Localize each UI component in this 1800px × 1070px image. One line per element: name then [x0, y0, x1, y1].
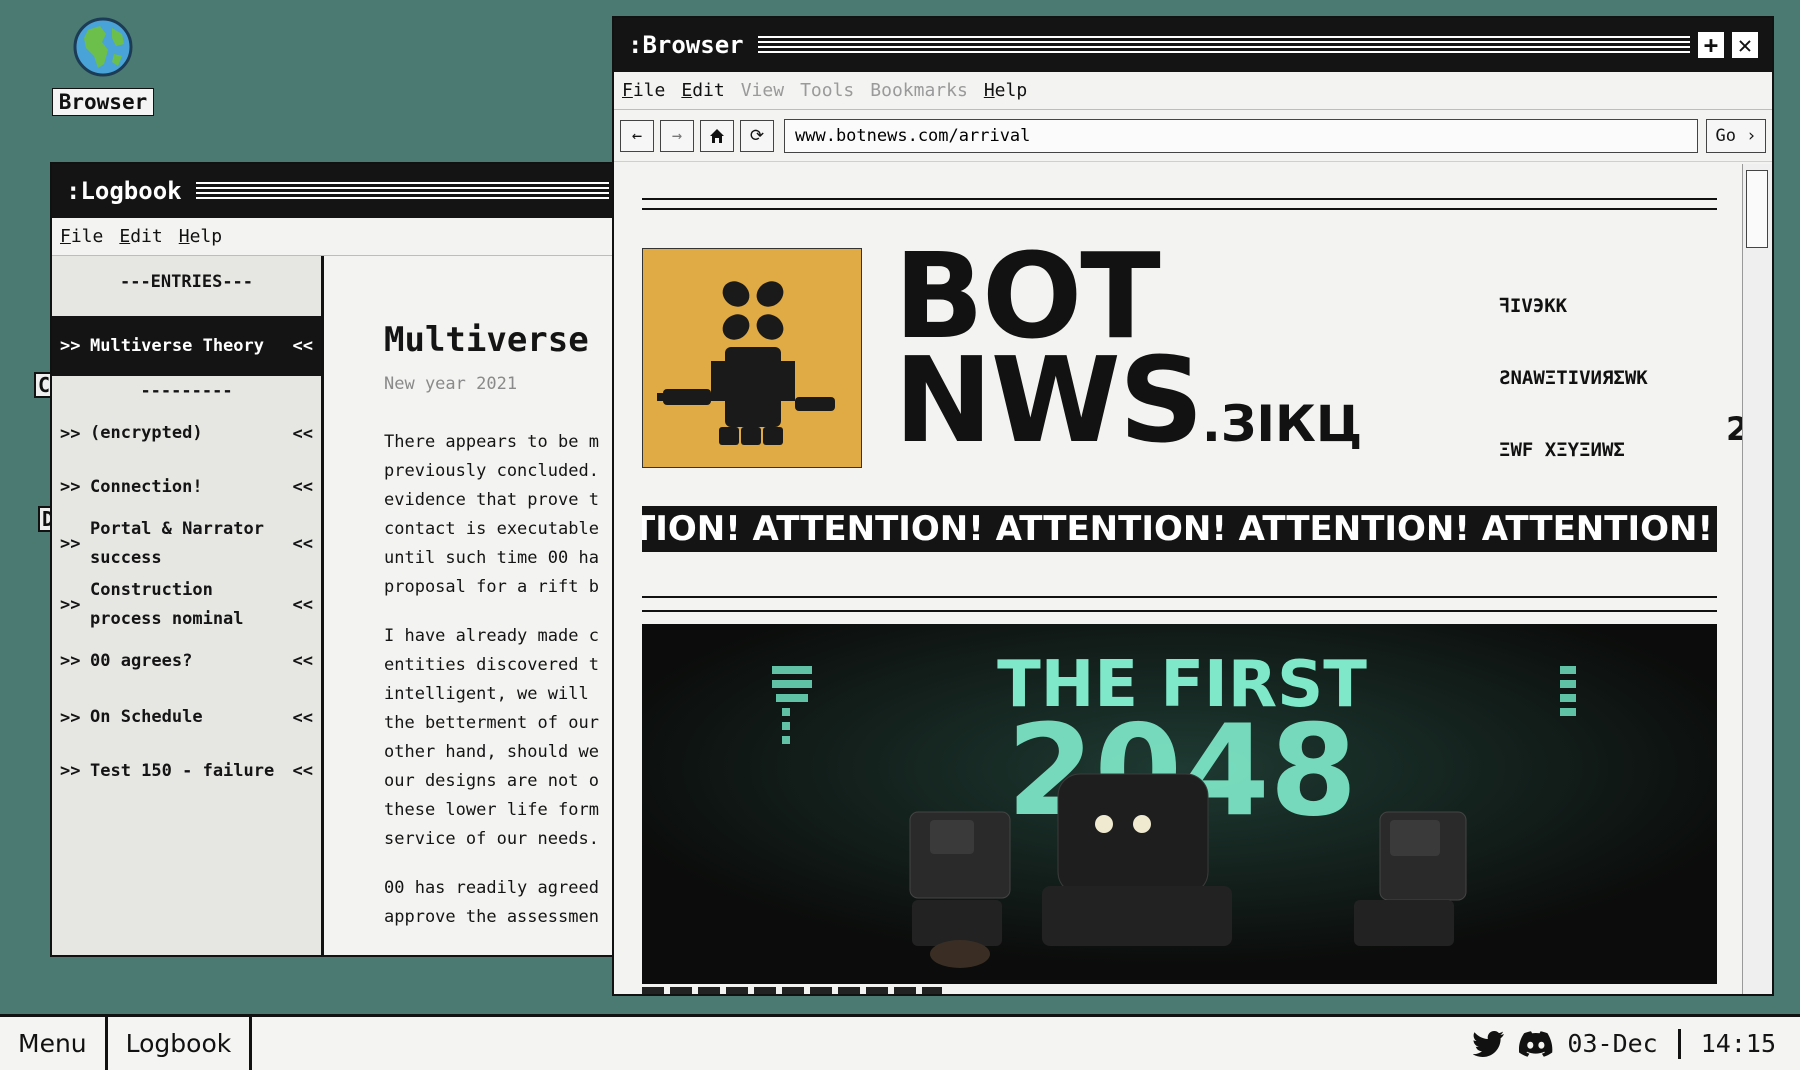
- globe-icon: [73, 17, 133, 77]
- taskbar-logbook-button[interactable]: Logbook: [108, 1017, 253, 1070]
- menu-edit[interactable]: Edit: [681, 80, 724, 101]
- scrollbar-thumb[interactable]: [1746, 170, 1768, 248]
- menu-file[interactable]: File: [60, 226, 103, 247]
- desktop-icon-label: Browser: [51, 88, 155, 116]
- window-title: :Logbook: [66, 177, 182, 205]
- taskbar-menu-button[interactable]: Menu: [0, 1017, 108, 1070]
- titlebar-stripes: [195, 182, 609, 200]
- menu-help[interactable]: Help: [179, 226, 222, 247]
- chevron-right-icon: ›: [1746, 125, 1757, 146]
- titlebar-stripes: [757, 36, 1690, 54]
- plus-icon: +: [1703, 31, 1719, 59]
- back-button[interactable]: ←: [620, 119, 654, 152]
- hero-banner[interactable]: THE FIRST 2048: [642, 624, 1717, 984]
- taskbar: Menu Logbook 03-Dec 14:15: [0, 1014, 1800, 1070]
- tray-clock: 14:15: [1700, 1029, 1776, 1058]
- article-title: Multiverse: [384, 320, 589, 360]
- arrow-right-icon: →: [671, 125, 683, 146]
- article-paragraph: There appears to be m previously conclud…: [384, 432, 599, 597]
- entry-construction[interactable]: >> Construction process nominal <<: [52, 574, 321, 635]
- browser-menubar: File Edit View Tools Bookmarks Help: [614, 72, 1772, 110]
- menu-bookmarks: Bookmarks: [870, 80, 968, 101]
- entries-header: ---ENTRIES---: [119, 272, 254, 292]
- botnews-logo: [642, 248, 862, 468]
- article-date: New year 2021: [384, 374, 518, 394]
- menu-tools: Tools: [800, 80, 855, 101]
- attention-ticker: TION! ATTENTION! ATTENTION! ATTENTION! A…: [642, 506, 1717, 552]
- arrow-left-icon: ←: [631, 125, 643, 146]
- edge-number: 2: [1726, 410, 1742, 448]
- close-icon: ✕: [1737, 31, 1753, 59]
- twitter-icon[interactable]: [1473, 1030, 1505, 1058]
- entry-article: Multiverse New year 2021 There appears t…: [324, 256, 623, 955]
- go-button[interactable]: Go ›: [1706, 118, 1766, 153]
- menu-edit[interactable]: Edit: [119, 226, 162, 247]
- maximize-button[interactable]: +: [1698, 32, 1724, 58]
- divider: [642, 208, 1717, 210]
- article-paragraph: I have already made c entities discovere…: [384, 626, 599, 849]
- entry-test-150[interactable]: >> Test 150 - failure <<: [52, 748, 321, 794]
- browser-window: :Browser + ✕ File Edit View Tools Bookma…: [612, 16, 1774, 996]
- tray-separator: [1677, 1028, 1681, 1059]
- home-icon: [710, 128, 724, 143]
- divider: [642, 198, 1717, 200]
- discord-icon[interactable]: [1519, 1030, 1553, 1057]
- browser-navbar: ← → ⟳ Go ›: [614, 110, 1772, 162]
- refresh-icon: ⟳: [749, 125, 765, 146]
- logbook-window: :Logbook File Edit Help ---ENTRIES--- >>…: [50, 162, 625, 957]
- entries-separator: ---------: [140, 381, 233, 401]
- tray-date: 03-Dec: [1567, 1029, 1658, 1058]
- forward-button[interactable]: →: [660, 119, 694, 152]
- url-input[interactable]: [784, 118, 1698, 153]
- close-button[interactable]: ✕: [1732, 32, 1758, 58]
- entry-encrypted[interactable]: >> (encrypted) <<: [52, 406, 321, 461]
- hero-image: THE FIRST 2048: [642, 624, 1717, 984]
- entry-portal-narrator[interactable]: >> Portal & Narrator success <<: [52, 513, 321, 574]
- desktop-icon-browser[interactable]: Browser: [48, 16, 158, 116]
- menu-file[interactable]: File: [622, 80, 665, 101]
- robot-logo-icon: [657, 281, 835, 445]
- page-viewport[interactable]: BOT NWS.ЗІКЦ ꟻIVЭKK ƧNAWΞTIVИЯΣWK ΞWF ΧΞ…: [614, 164, 1742, 994]
- alien-glyph-text: ꟻIVЭKK ƧNAWΞTIVИЯΣWK ΞWF ΧΞΥΞИWΣ: [1499, 295, 1648, 461]
- divider: [642, 610, 1717, 612]
- entry-connection[interactable]: >> Connection! <<: [52, 461, 321, 513]
- entry-00-agrees[interactable]: >> 00 agrees? <<: [52, 635, 321, 687]
- article-paragraph: 00 has readily agreed approve the assess…: [384, 878, 599, 927]
- divider: [642, 596, 1717, 598]
- next-headline-peek: [642, 987, 942, 994]
- logbook-menubar: File Edit Help: [52, 218, 623, 256]
- home-button[interactable]: [700, 119, 734, 152]
- reload-button[interactable]: ⟳: [740, 119, 774, 152]
- site-brand: BOT NWS.ЗІКЦ: [894, 227, 1363, 469]
- entry-multiverse-theory[interactable]: >> Multiverse Theory <<: [52, 316, 321, 376]
- menu-view: View: [740, 80, 785, 101]
- entry-on-schedule[interactable]: >> On Schedule <<: [52, 687, 321, 748]
- menu-help[interactable]: Help: [984, 80, 1027, 101]
- logbook-titlebar[interactable]: :Logbook: [52, 164, 623, 218]
- entries-list: ---ENTRIES--- >> Multiverse Theory << --…: [52, 256, 324, 955]
- window-title: :Browser: [628, 31, 744, 59]
- page-scrollbar[interactable]: [1742, 164, 1772, 994]
- browser-titlebar[interactable]: :Browser + ✕: [614, 18, 1772, 72]
- system-tray: 03-Dec 14:15: [1473, 1028, 1800, 1059]
